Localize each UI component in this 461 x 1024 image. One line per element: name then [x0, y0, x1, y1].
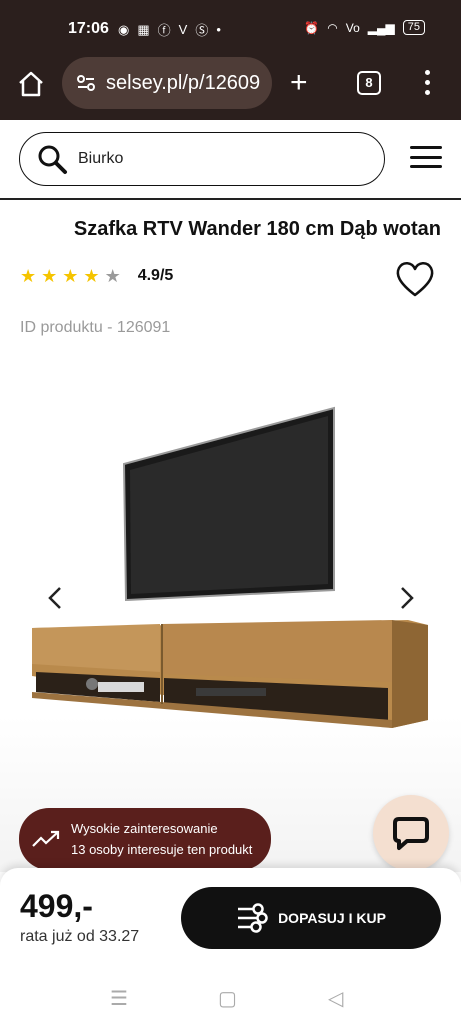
product-photo-illustration — [32, 406, 428, 728]
address-bar[interactable]: selsey.pl/p/12609 — [62, 57, 272, 109]
home-nav-icon[interactable]: ▢ — [218, 986, 237, 1011]
search-icon — [38, 145, 67, 174]
product-rating[interactable]: ★ ★ ★ ★ ★ 4.9/5 — [20, 266, 173, 286]
trending-up-icon — [32, 830, 60, 847]
status-bar: 17:06 ◉ ▦ ⓕ V Ⓢ • ⏰ ◠ Vo ▂▄▆ 75 — [0, 0, 461, 52]
interest-title: Wysokie zainteresowanie — [71, 821, 218, 836]
product-image[interactable] — [0, 352, 461, 872]
notification-icons: ◉ ▦ ⓕ V Ⓢ • — [118, 20, 221, 39]
recent-apps-icon[interactable]: ☰ — [110, 986, 128, 1011]
facebook-icon: ⓕ — [157, 23, 171, 38]
chat-button[interactable] — [373, 795, 449, 871]
new-tab-button[interactable]: + — [290, 68, 308, 98]
menu-icon[interactable] — [410, 146, 442, 170]
product-id: ID produktu - 126091 — [20, 319, 171, 336]
search-input[interactable]: Biurko — [19, 132, 385, 186]
temu-icon: ▦ — [137, 21, 150, 37]
header-divider — [0, 198, 461, 200]
interest-badge: Wysokie zainteresowanie 13 osoby interes… — [19, 808, 271, 870]
next-image-arrow-icon[interactable] — [392, 584, 420, 612]
status-time: 17:06 — [68, 20, 109, 37]
configure-and-buy-button[interactable]: DOPASUJ I KUP — [181, 887, 441, 949]
installment-text[interactable]: rata już od 33.27 — [20, 928, 139, 946]
price: 499,- — [20, 888, 93, 924]
url-text[interactable]: selsey.pl/p/12609 — [106, 72, 260, 95]
volte-icon: Vo — [345, 20, 360, 35]
star-icon: ★ — [41, 266, 58, 286]
dot-icon: • — [216, 22, 221, 37]
messenger-icon: ◉ — [118, 21, 130, 37]
signal-icon: ▂▄▆ — [367, 20, 395, 35]
interest-detail: 13 osoby interesuje ten produkt — [71, 842, 253, 857]
configure-icon — [238, 903, 268, 933]
search-value[interactable]: Biurko — [78, 150, 123, 168]
site-settings-icon[interactable] — [76, 73, 96, 93]
chat-bubble-icon — [393, 817, 429, 850]
alarm-icon: ⏰ — [304, 20, 320, 35]
system-icons: ⏰ ◠ Vo ▂▄▆ 75 — [304, 20, 425, 35]
browser-toolbar: selsey.pl/p/12609 + 8 — [0, 52, 461, 120]
system-navigation-bar: ☰ ▢ ◁ — [0, 970, 461, 1024]
buy-button-label: DOPASUJ I KUP — [278, 910, 386, 926]
star-icon: ★ — [62, 266, 79, 286]
star-icon: ★ — [20, 266, 37, 286]
wifi-icon: ◠ — [327, 20, 338, 35]
star-empty-icon: ★ — [104, 266, 121, 286]
product-title: Szafka RTV Wander 180 cm Dąb wotan — [73, 218, 441, 240]
s-icon: Ⓢ — [195, 23, 209, 38]
back-nav-icon[interactable]: ◁ — [328, 986, 343, 1011]
previous-image-arrow-icon[interactable] — [42, 584, 70, 612]
battery-indicator: 75 — [402, 20, 425, 35]
rating-value: 4.9/5 — [137, 267, 174, 284]
home-icon[interactable] — [16, 69, 46, 99]
more-menu-icon[interactable] — [423, 70, 431, 98]
tab-switcher-button[interactable]: 8 — [357, 71, 381, 95]
wishlist-heart-icon[interactable] — [394, 260, 436, 298]
v-icon: V — [178, 22, 188, 37]
star-icon: ★ — [83, 266, 100, 286]
